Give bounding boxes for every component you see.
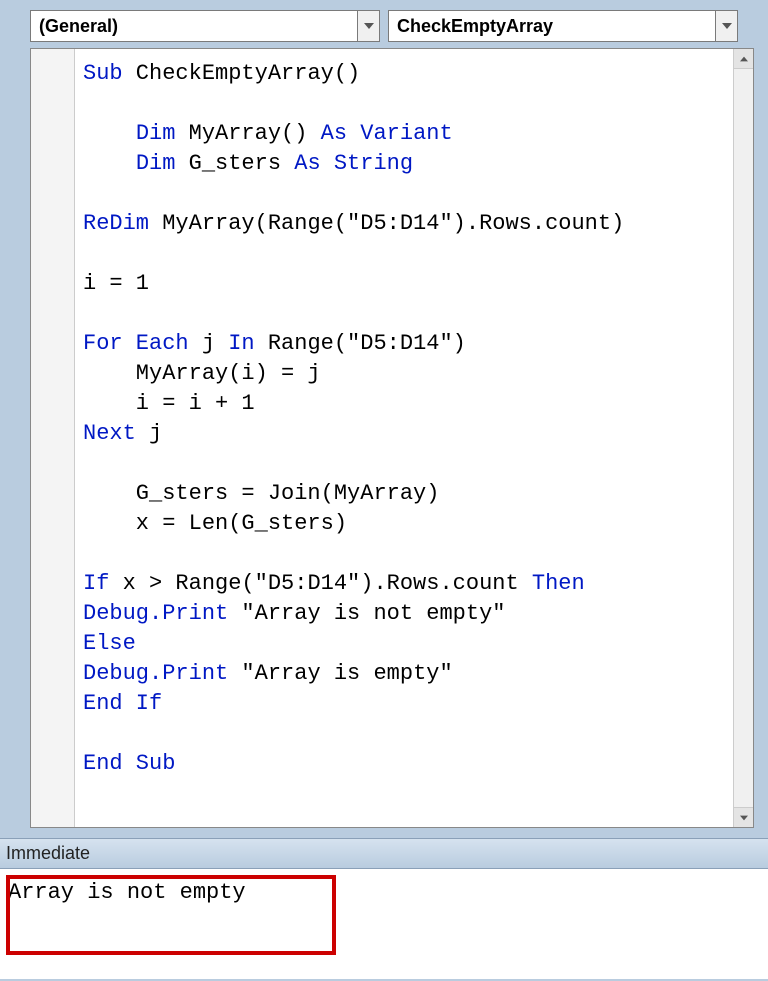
immediate-window[interactable]: Array is not empty: [0, 869, 768, 979]
scroll-down-button[interactable]: [734, 807, 753, 827]
code-content[interactable]: Sub CheckEmptyArray() Dim MyArray() As V…: [75, 49, 733, 827]
procedure-dropdown-label: CheckEmptyArray: [397, 16, 553, 37]
object-dropdown[interactable]: (General): [30, 10, 380, 42]
dropdown-bar: (General) CheckEmptyArray: [0, 0, 768, 48]
chevron-down-icon: [357, 11, 379, 41]
chevron-down-icon: [715, 11, 737, 41]
object-dropdown-label: (General): [39, 16, 118, 37]
procedure-dropdown[interactable]: CheckEmptyArray: [388, 10, 738, 42]
code-gutter: [31, 49, 75, 827]
scroll-up-button[interactable]: [734, 49, 753, 69]
immediate-output: Array is not empty: [8, 879, 760, 907]
immediate-window-title: Immediate: [0, 838, 768, 869]
vertical-scrollbar[interactable]: [733, 49, 753, 827]
code-editor: Sub CheckEmptyArray() Dim MyArray() As V…: [30, 48, 754, 828]
